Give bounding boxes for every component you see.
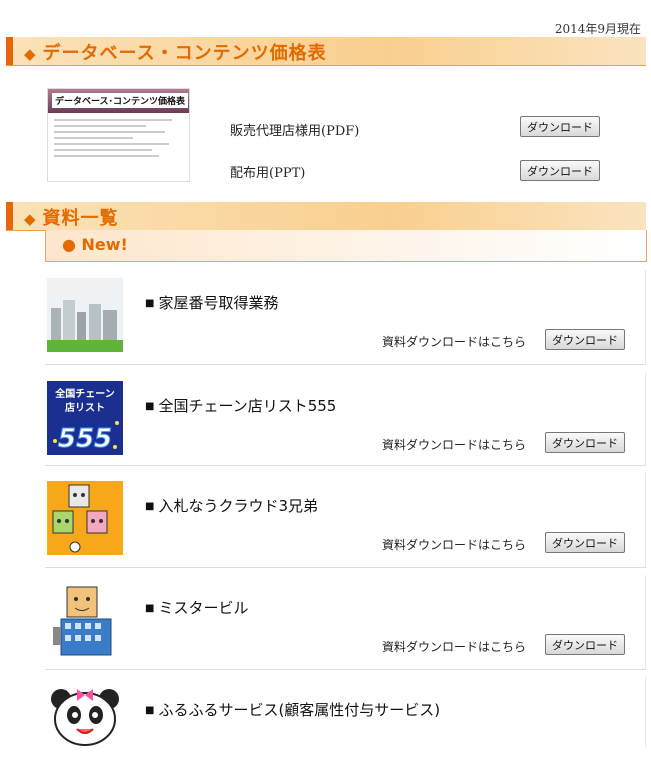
diamond-icon: ◆ xyxy=(24,45,37,63)
header-bar xyxy=(6,37,13,65)
as-of-date: 2014年9月現在 xyxy=(554,22,641,36)
download-text: 資料ダウンロードはこちら xyxy=(382,335,527,349)
badge-number-text: 555 xyxy=(58,424,112,454)
download-text: 資料ダウンロードはこちら xyxy=(382,438,527,452)
dealer-pdf-download-button[interactable]: ダウンロード xyxy=(520,116,600,137)
square-bullet-icon: ■ xyxy=(145,298,155,309)
panda-character-icon[interactable] xyxy=(47,683,123,757)
distribution-ppt-label: 配布用(PPT) xyxy=(230,166,306,181)
price-section-header: ◆ データベース・コンテンツ価格表 xyxy=(6,37,646,66)
distribution-ppt-download-button[interactable]: ダウンロード xyxy=(520,160,600,181)
item-name[interactable]: 全国チェーン店リスト555 xyxy=(158,397,336,415)
download-text: 資料ダウンロードはこちら xyxy=(382,538,527,552)
docs-section-header: ◆ 資料一覧 xyxy=(6,202,646,231)
download-button[interactable]: ダウンロード xyxy=(545,532,625,553)
list-item: ■ ミスタービル 資料ダウンロードはこちら ダウンロード xyxy=(45,575,646,670)
square-bullet-icon: ■ xyxy=(145,401,155,412)
badge-mid-text: 店リスト xyxy=(65,401,105,414)
price-section-title: データベース・コンテンツ価格表 xyxy=(42,43,327,64)
download-button[interactable]: ダウンロード xyxy=(545,432,625,453)
cloud-brothers-characters-icon[interactable] xyxy=(47,481,123,555)
square-bullet-icon: ■ xyxy=(145,603,155,614)
download-text: 資料ダウンロードはこちら xyxy=(382,640,527,654)
list-item: ■ 入札なうクラウド3兄弟 資料ダウンロードはこちら ダウンロード xyxy=(45,473,646,568)
list-item: ■ ふるふるサービス(顧客属性付与サービス) xyxy=(45,677,646,757)
price-list-thumbnail[interactable]: データベース･コンテンツ価格表 xyxy=(47,88,190,182)
thumbnail-title: データベース･コンテンツ価格表 xyxy=(52,93,189,108)
dealer-pdf-label: 販売代理店様用(PDF) xyxy=(230,124,360,139)
chain-list-555-badge-icon[interactable]: 全国チェーン 店リスト 555 xyxy=(47,381,123,455)
buildings-photo-icon[interactable] xyxy=(47,278,123,352)
item-name[interactable]: 家屋番号取得業務 xyxy=(158,294,278,312)
list-item: 全国チェーン 店リスト 555 ■ 全国チェーン店リスト555 資料ダウンロードは… xyxy=(45,373,646,466)
item-name[interactable]: ふるふるサービス(顧客属性付与サービス) xyxy=(158,701,440,719)
square-bullet-icon: ■ xyxy=(145,501,155,512)
item-name[interactable]: ミスタービル xyxy=(158,599,248,617)
download-button[interactable]: ダウンロード xyxy=(545,329,625,350)
docs-section-title: 資料一覧 xyxy=(42,208,119,229)
download-button[interactable]: ダウンロード xyxy=(545,634,625,655)
square-bullet-icon: ■ xyxy=(145,705,155,716)
new-subheader: ● New! xyxy=(45,230,647,262)
header-bar xyxy=(6,202,13,230)
diamond-icon: ◆ xyxy=(24,210,37,228)
badge-top-text: 全国チェーン xyxy=(54,387,115,400)
list-item: ■ 家屋番号取得業務 資料ダウンロードはこちら ダウンロード xyxy=(45,270,646,365)
new-label: ● New! xyxy=(62,235,128,254)
item-name[interactable]: 入札なうクラウド3兄弟 xyxy=(158,497,318,515)
mister-building-character-icon[interactable] xyxy=(47,583,123,657)
